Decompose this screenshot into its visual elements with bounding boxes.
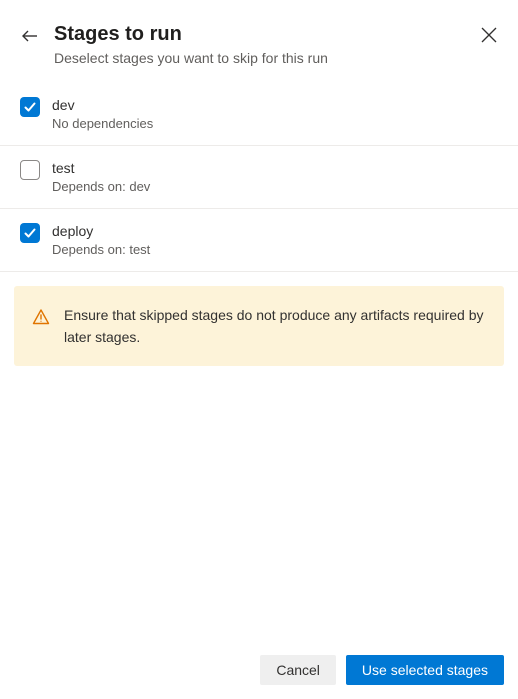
stage-dependency: Depends on: dev — [52, 178, 150, 196]
checkbox-dev[interactable] — [20, 97, 40, 117]
stage-name: dev — [52, 95, 153, 115]
warning-icon — [32, 308, 50, 326]
dialog-header: Stages to run Deselect stages you want t… — [0, 0, 518, 82]
stage-dependency: No dependencies — [52, 115, 153, 133]
stage-row-test[interactable]: test Depends on: dev — [0, 146, 518, 209]
page-title: Stages to run — [54, 20, 480, 48]
stage-row-deploy[interactable]: deploy Depends on: test — [0, 209, 518, 272]
use-selected-stages-button[interactable]: Use selected stages — [346, 655, 504, 685]
stage-name: deploy — [52, 221, 150, 241]
warning-text: Ensure that skipped stages do not produc… — [64, 304, 486, 348]
dialog-footer: Cancel Use selected stages — [0, 643, 518, 699]
close-icon[interactable] — [480, 26, 498, 44]
stage-info: dev No dependencies — [52, 95, 153, 133]
stage-list: dev No dependencies test Depends on: dev… — [0, 82, 518, 272]
checkbox-test[interactable] — [20, 160, 40, 180]
stage-dependency: Depends on: test — [52, 241, 150, 259]
cancel-button[interactable]: Cancel — [260, 655, 336, 685]
page-subtitle: Deselect stages you want to skip for thi… — [54, 50, 480, 66]
warning-banner: Ensure that skipped stages do not produc… — [14, 286, 504, 366]
checkbox-deploy[interactable] — [20, 223, 40, 243]
stage-info: test Depends on: dev — [52, 158, 150, 196]
stage-info: deploy Depends on: test — [52, 221, 150, 259]
stage-row-dev[interactable]: dev No dependencies — [0, 83, 518, 146]
back-icon[interactable] — [20, 26, 40, 46]
stage-name: test — [52, 158, 150, 178]
spacer — [0, 366, 518, 643]
header-text: Stages to run Deselect stages you want t… — [54, 20, 480, 66]
